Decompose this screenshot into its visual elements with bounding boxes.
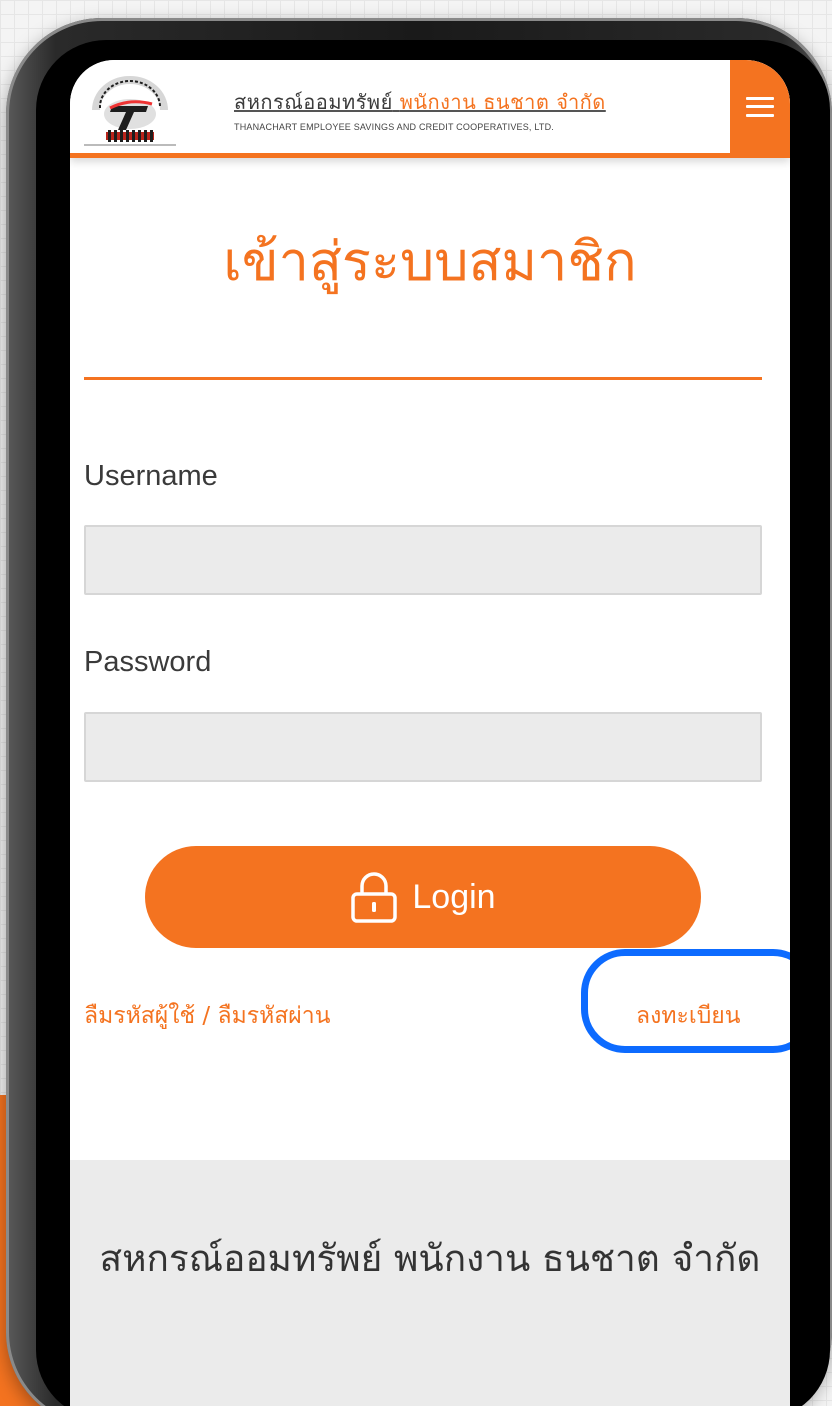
menu-button[interactable] [730,60,790,153]
cooperative-logo-icon [84,76,176,146]
brand-name[interactable]: สหกรณ์ออมทรัพย์ พนักงาน ธนชาต จำกัด THAN… [234,86,674,132]
password-input[interactable] [84,712,762,782]
register-link[interactable]: ลงทะเบียน [636,998,741,1034]
phone-screen: สหกรณ์ออมทรัพย์ พนักงาน ธนชาต จำกัด THAN… [70,60,790,1406]
hamburger-menu-icon [746,96,774,117]
login-button-label: Login [412,877,496,916]
lock-icon [351,872,398,923]
brand-english-name: THANACHART EMPLOYEE SAVINGS AND CREDIT C… [234,122,554,132]
username-input[interactable] [84,525,762,595]
brand-thai-name: สหกรณ์ออมทรัพย์ พนักงาน ธนชาต จำกัด [234,90,606,114]
login-button[interactable]: Login [145,846,701,948]
site-header: สหกรณ์ออมทรัพย์ พนักงาน ธนชาต จำกัด THAN… [70,60,790,158]
title-divider [84,377,762,380]
footer-org-name: สหกรณ์ออมทรัพย์ พนักงาน ธนชาต จำกัด [99,1237,761,1280]
page-title: เข้าสู่ระบบสมาชิก [223,230,637,293]
forgot-credentials-link[interactable]: ลืมรหัสผู้ใช้ / ลืมรหัสผ่าน [84,998,330,1034]
site-footer: สหกรณ์ออมทรัพย์ พนักงาน ธนชาต จำกัด [70,1160,790,1406]
username-label: Username [84,460,218,492]
password-label: Password [84,646,212,678]
